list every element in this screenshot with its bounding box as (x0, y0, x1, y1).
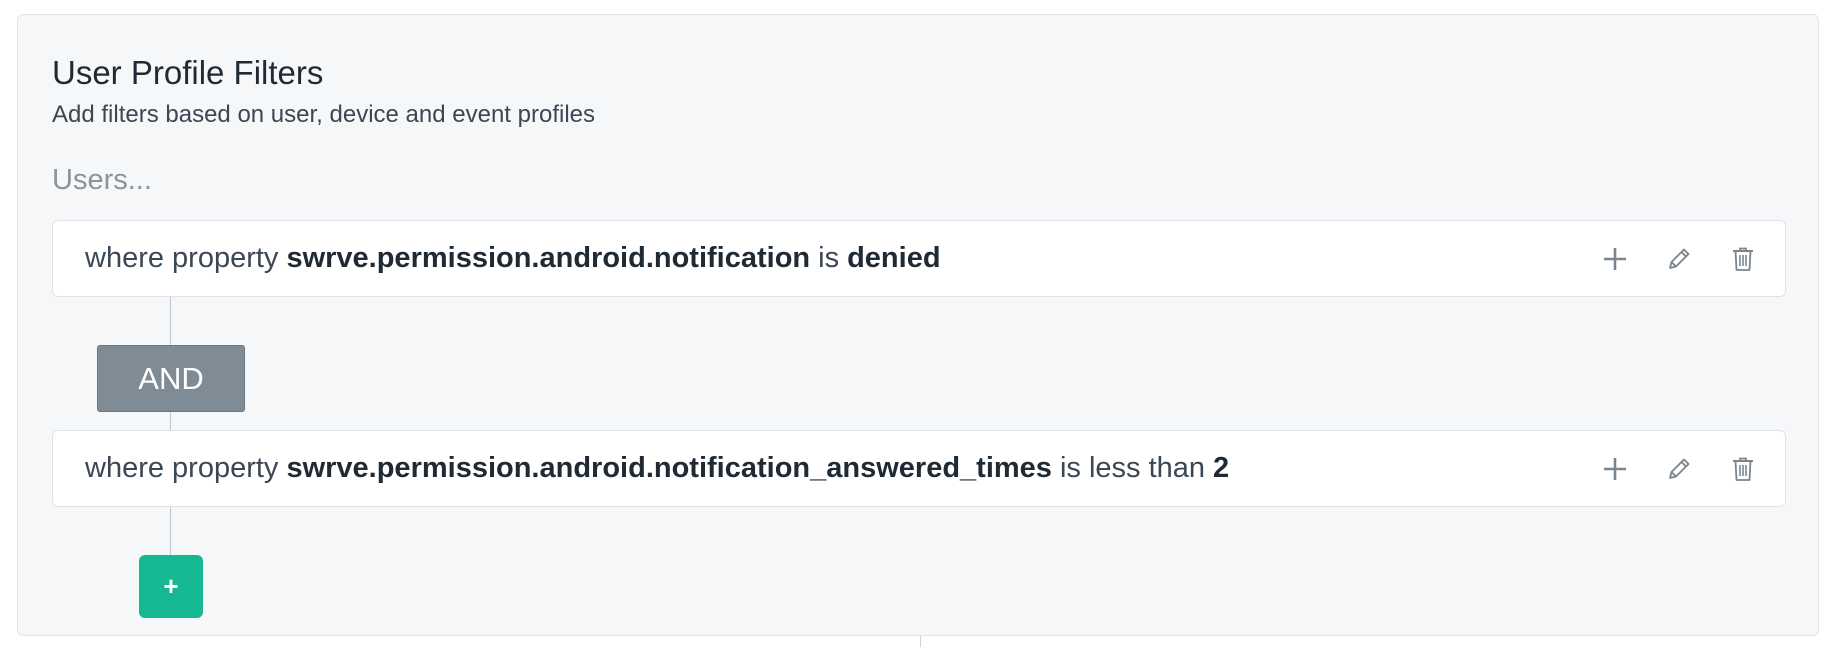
rule-2-text: where property swrve.permission.android.… (85, 431, 1229, 506)
rule-2-prefix: where property (85, 452, 279, 484)
trash-icon (1733, 247, 1753, 271)
pencil-icon (1669, 248, 1690, 269)
rule-1-operator: is (818, 242, 840, 274)
rule-2-delete-button[interactable] (1729, 455, 1757, 483)
rule-1-value: denied (847, 242, 941, 274)
user-profile-filters-panel: User Profile Filters Add filters based o… (17, 14, 1819, 636)
panel-subtitle: Add filters based on user, device and ev… (52, 101, 595, 128)
add-filter-button[interactable]: + (139, 555, 203, 618)
filter-rule-1: where property swrve.permission.android.… (52, 220, 1786, 297)
rule-1-add-button[interactable] (1601, 245, 1629, 273)
divider-tick (920, 636, 921, 647)
rule-2-value: 2 (1213, 452, 1230, 484)
rule-2-property: swrve.permission.android.notification_an… (286, 452, 1052, 484)
rule-1-actions (1601, 221, 1757, 296)
filter-rule-2: where property swrve.permission.android.… (52, 430, 1786, 507)
pencil-icon (1669, 458, 1690, 479)
panel-title: User Profile Filters (52, 54, 324, 91)
rule-2-add-button[interactable] (1601, 455, 1629, 483)
rule-2-operator: is less than (1059, 452, 1206, 484)
rule-2-edit-button[interactable] (1665, 455, 1693, 483)
rule-1-delete-button[interactable] (1729, 245, 1757, 273)
rule-1-prefix: where property (85, 242, 279, 274)
plus-icon (1604, 457, 1626, 480)
rule-1-property: swrve.permission.android.notification (286, 242, 811, 274)
trash-icon (1733, 457, 1753, 481)
users-label: Users... (52, 164, 152, 196)
rule-1-edit-button[interactable] (1665, 245, 1693, 273)
connector-line (170, 507, 171, 555)
rule-2-actions (1601, 431, 1757, 506)
plus-icon (1604, 247, 1626, 270)
rule-1-text: where property swrve.permission.android.… (85, 221, 941, 296)
and-operator-badge[interactable]: AND (97, 345, 245, 412)
